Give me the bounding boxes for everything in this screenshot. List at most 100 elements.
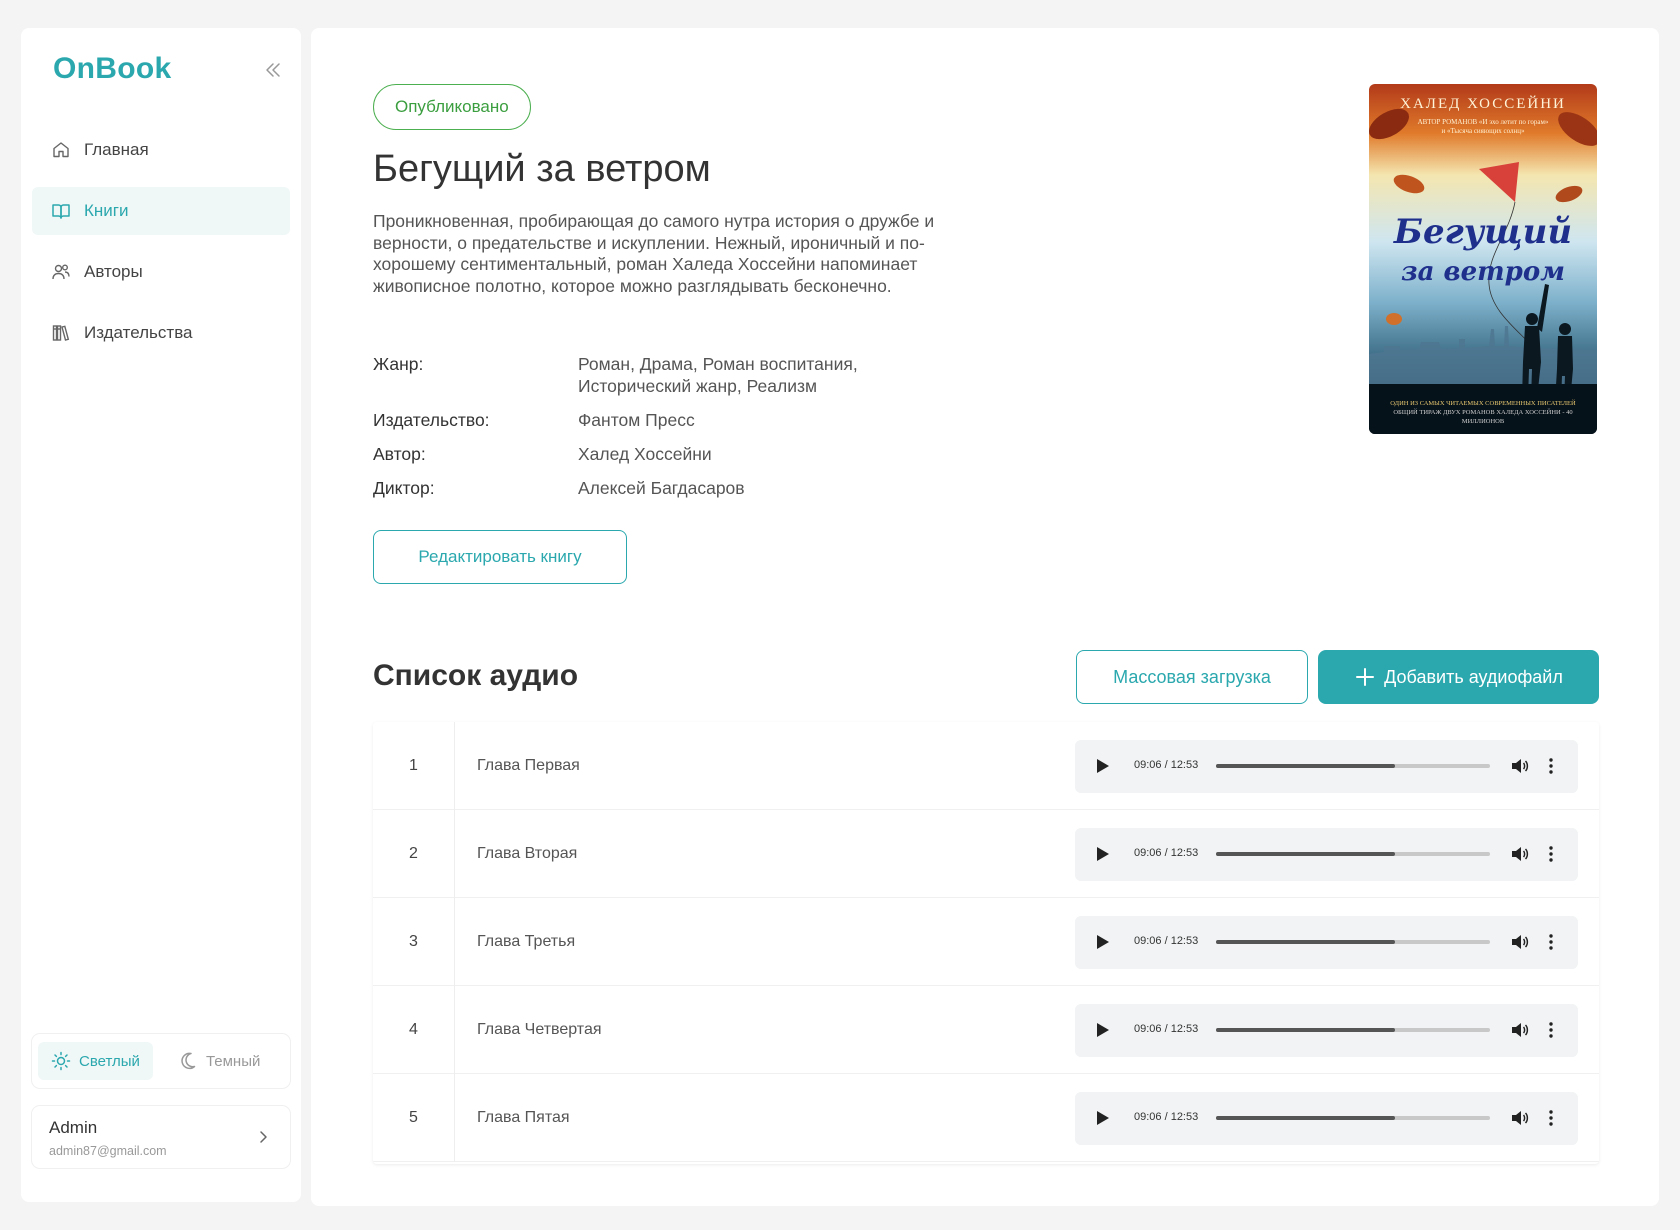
moon-icon: [181, 1052, 196, 1070]
audio-player: 09:06 / 12:53: [1075, 740, 1578, 793]
audio-player: 09:06 / 12:53: [1075, 828, 1578, 881]
library-icon: [52, 325, 70, 341]
book-description: Проникновенная, пробирающая до самого ну…: [373, 211, 935, 296]
meta-value: Роман, Драма, Роман воспитания, Историче…: [578, 354, 858, 396]
user-name: Admin: [49, 1118, 98, 1137]
cover-subtitle: АВТОР РОМАНОВ «И эхо летит по горам» и «…: [1369, 118, 1597, 136]
cover-title: Бегущий за ветром: [1369, 212, 1597, 292]
bulk-upload-button[interactable]: Массовая загрузка: [1076, 650, 1308, 704]
meta-value: Халед Хоссейни: [578, 444, 712, 464]
theme-light-option[interactable]: Светлый: [38, 1042, 153, 1080]
book-icon: [52, 204, 70, 219]
audio-player: 09:06 / 12:53: [1075, 916, 1578, 969]
double-chevron-left-icon: [266, 63, 280, 77]
status-badge: Опубликовано: [373, 84, 531, 130]
add-audio-label: Добавить аудиофайл: [1384, 666, 1563, 687]
sidebar-item-label: Авторы: [84, 262, 143, 281]
cover-title-line: Бегущий: [1393, 212, 1573, 252]
sidebar-item-books[interactable]: Книги: [32, 187, 290, 235]
theme-switch: Светлый Темный: [32, 1034, 290, 1088]
more-vertical-icon[interactable]: [1543, 931, 1559, 953]
user-email: admin87@gmail.com: [49, 1144, 167, 1158]
audio-progress-fill: [1216, 764, 1395, 768]
volume-icon[interactable]: [1509, 1107, 1531, 1129]
audio-row: 2 Глава Вторая 09:06 / 12:53: [373, 810, 1599, 898]
main-content: Опубликовано Бегущий за ветром Проникнов…: [311, 28, 1659, 1206]
meta-value: Фантом Пресс: [578, 410, 695, 430]
sidebar-item-authors[interactable]: Авторы: [32, 248, 290, 296]
sidebar-item-home[interactable]: Главная: [32, 126, 290, 174]
audio-name: Глава Вторая: [477, 845, 578, 862]
sidebar-item-label: Книги: [84, 201, 129, 220]
audio-time: 09:06 / 12:53: [1134, 759, 1199, 771]
cover-bottom-text: ОДИН ИЗ САМЫХ ЧИТАЕМЫХ СОВРЕМЕННЫХ ПИСАТ…: [1373, 399, 1593, 426]
sun-icon: [51, 1051, 71, 1071]
audio-name: Глава Пятая: [477, 1109, 570, 1126]
collapse-sidebar-button[interactable]: [261, 58, 285, 82]
cover-subtitle-line: АВТОР РОМАНОВ «И эхо летит по горам»: [1417, 118, 1549, 126]
audio-number: 3: [373, 898, 455, 986]
audio-time: 09:06 / 12:53: [1134, 935, 1199, 947]
play-icon[interactable]: [1091, 755, 1113, 777]
more-vertical-icon[interactable]: [1543, 1019, 1559, 1041]
audio-progress-bar[interactable]: [1216, 1116, 1490, 1120]
volume-icon[interactable]: [1509, 755, 1531, 777]
cover-subtitle-line: и «Тысяча сияющих солнц»: [1441, 127, 1525, 135]
volume-icon[interactable]: [1509, 931, 1531, 953]
sidebar-item-label: Главная: [84, 140, 149, 159]
audio-progress-bar[interactable]: [1216, 940, 1490, 944]
book-title: Бегущий за ветром: [373, 148, 711, 190]
audio-list-title: Список аудио: [373, 659, 579, 692]
audio-player: 09:06 / 12:53: [1075, 1092, 1578, 1145]
theme-dark-label: Темный: [205, 1052, 261, 1070]
sidebar: OnBook Главная Книги Авторы Издательства…: [21, 28, 301, 1202]
play-icon[interactable]: [1091, 1107, 1113, 1129]
meta-label: Диктор:: [373, 478, 435, 498]
audio-progress-fill: [1216, 852, 1395, 856]
sidebar-item-label: Издательства: [84, 323, 193, 342]
meta-label: Издательство:: [373, 410, 490, 430]
audio-row: 4 Глава Четвертая 09:06 / 12:53: [373, 986, 1599, 1074]
audio-name: Глава Первая: [477, 757, 580, 774]
audio-progress-fill: [1216, 940, 1395, 944]
cover-bottom-line: ОБЩИЙ ТИРАЖ ДВУХ РОМАНОВ ХАЛЕДА ХОССЕЙНИ…: [1393, 409, 1573, 425]
cover-bottom-line: ОДИН ИЗ САМЫХ ЧИТАЕМЫХ СОВРЕМЕННЫХ ПИСАТ…: [1390, 400, 1576, 407]
more-vertical-icon[interactable]: [1543, 755, 1559, 777]
audio-number: 1: [373, 722, 455, 810]
audio-name: Глава Третья: [477, 933, 576, 950]
volume-icon[interactable]: [1509, 1019, 1531, 1041]
audio-number: 4: [373, 986, 455, 1074]
plus-icon: [1356, 668, 1375, 686]
volume-icon[interactable]: [1509, 843, 1531, 865]
book-cover: ХАЛЕД ХОССЕЙНИ АВТОР РОМАНОВ «И эхо лети…: [1369, 84, 1597, 434]
audio-row: 5 Глава Пятая 09:06 / 12:53: [373, 1074, 1599, 1162]
audio-progress-bar[interactable]: [1216, 764, 1490, 768]
audio-number: 2: [373, 810, 455, 898]
more-vertical-icon[interactable]: [1543, 843, 1559, 865]
audio-progress-bar[interactable]: [1216, 1028, 1490, 1032]
sidebar-item-publishers[interactable]: Издательства: [32, 309, 290, 357]
cover-title-line: за ветром: [1401, 257, 1565, 287]
edit-book-button[interactable]: Редактировать книгу: [373, 530, 627, 584]
audio-list: 1 Глава Первая 09:06 / 12:53 2 Глава Вто…: [373, 722, 1599, 1164]
cover-author: ХАЛЕД ХОССЕЙНИ: [1400, 96, 1566, 112]
play-icon[interactable]: [1091, 1019, 1113, 1041]
play-icon[interactable]: [1091, 931, 1113, 953]
audio-time: 09:06 / 12:53: [1134, 1023, 1199, 1035]
audio-player: 09:06 / 12:53: [1075, 1004, 1578, 1057]
audio-progress-bar[interactable]: [1216, 852, 1490, 856]
audio-time: 09:06 / 12:53: [1134, 1111, 1199, 1123]
meta-label: Жанр:: [373, 354, 424, 374]
audio-name: Глава Четвертая: [477, 1021, 602, 1038]
app-logo[interactable]: OnBook: [53, 52, 171, 86]
audio-time: 09:06 / 12:53: [1134, 847, 1199, 859]
theme-light-label: Светлый: [79, 1052, 140, 1070]
add-audio-button[interactable]: Добавить аудиофайл: [1318, 650, 1599, 704]
theme-dark-option[interactable]: Темный: [165, 1042, 273, 1080]
more-vertical-icon[interactable]: [1543, 1107, 1559, 1129]
audio-progress-fill: [1216, 1116, 1395, 1120]
play-icon[interactable]: [1091, 843, 1113, 865]
user-profile-card[interactable]: Admin admin87@gmail.com: [32, 1106, 290, 1168]
audio-progress-fill: [1216, 1028, 1395, 1032]
audio-number: 5: [373, 1074, 455, 1162]
